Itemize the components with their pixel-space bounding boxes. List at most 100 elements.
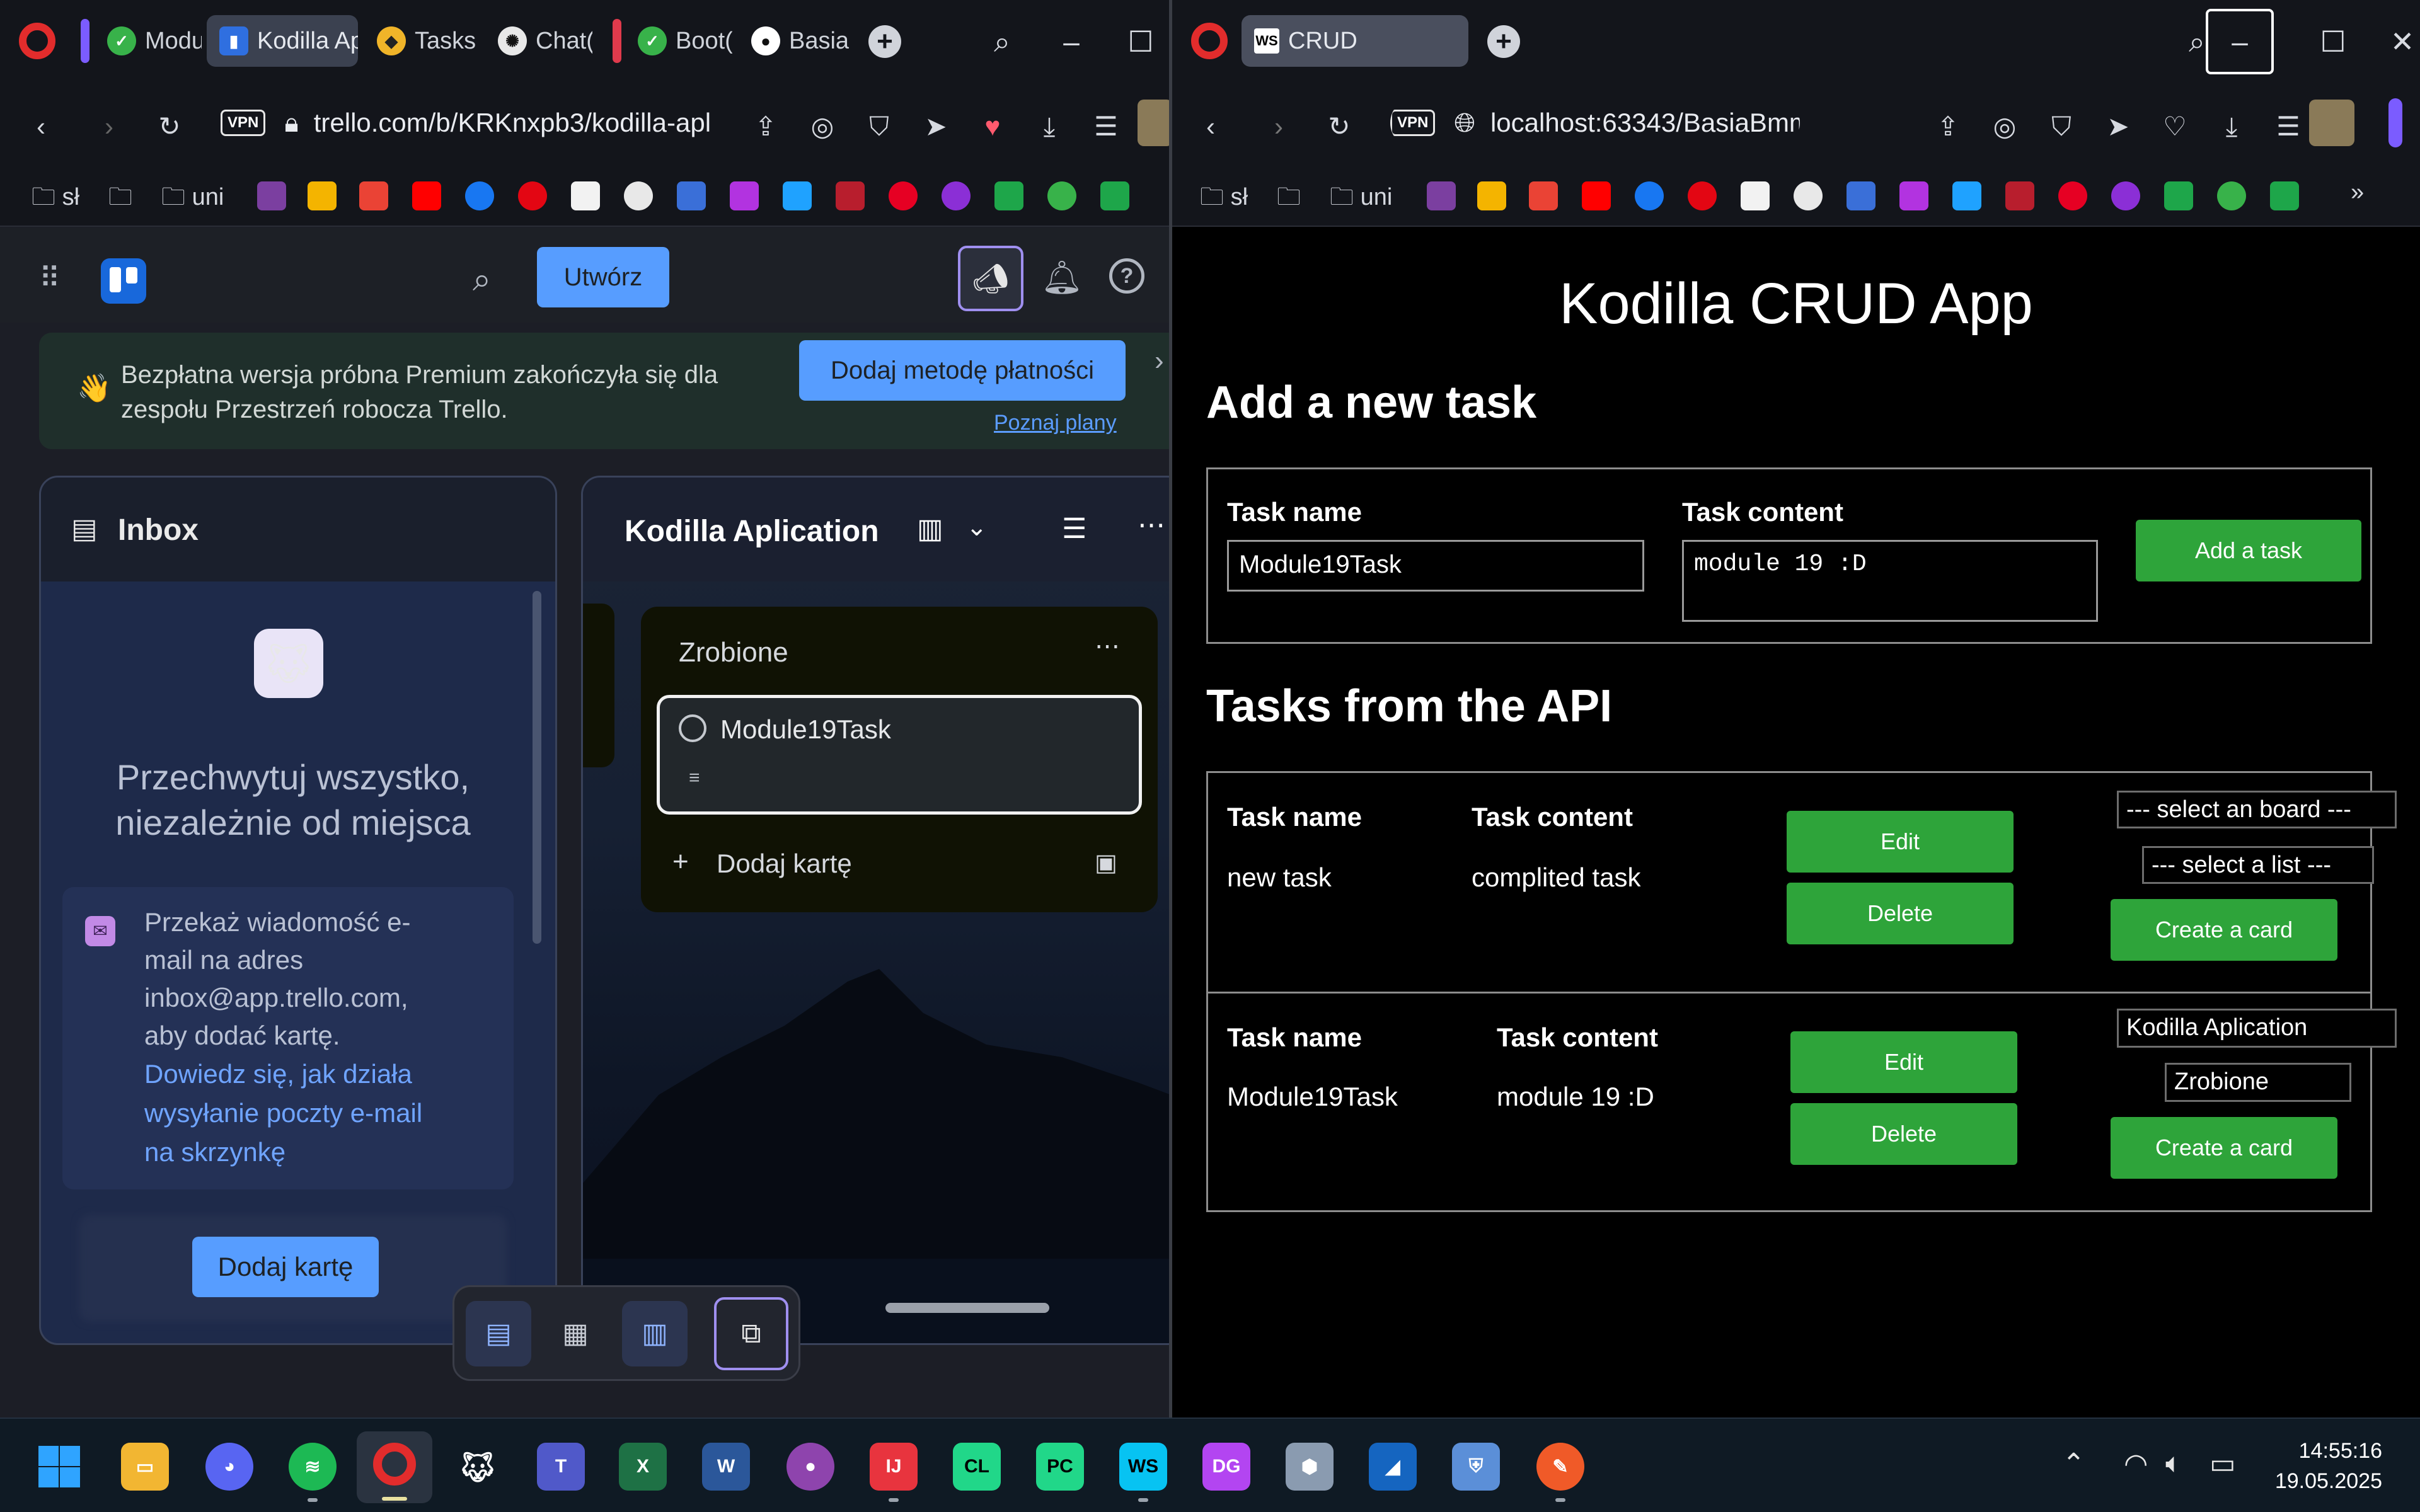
- tab-kodilla-ap[interactable]: ▮ Kodilla Ap: [207, 15, 358, 67]
- delete-button[interactable]: Delete: [1787, 883, 2014, 944]
- husky-app-icon[interactable]: 🐺︎: [454, 1443, 502, 1491]
- inbox-scrollbar[interactable]: [533, 591, 541, 944]
- document-icon[interactable]: [1741, 181, 1770, 210]
- new-tab-button[interactable]: +: [868, 25, 901, 58]
- camera-icon[interactable]: ◎: [1989, 111, 2020, 142]
- postman-icon[interactable]: ✎: [1536, 1443, 1584, 1491]
- create-button[interactable]: Utwórz: [537, 247, 669, 307]
- chatgpt-bookmark-icon[interactable]: [624, 181, 653, 210]
- list-add-card-button[interactable]: Dodaj kartę: [717, 849, 852, 879]
- megaphone-icon[interactable]: 📣︎: [958, 246, 1023, 311]
- security-app-icon[interactable]: ⛨: [1452, 1443, 1500, 1491]
- notifications-icon[interactable]: 🔔︎: [1041, 258, 1083, 297]
- vivid-icon[interactable]: [1899, 181, 1928, 210]
- help-icon[interactable]: ?: [1109, 258, 1144, 294]
- drive-icon[interactable]: [308, 181, 337, 210]
- profile-avatar[interactable]: [1138, 100, 1169, 146]
- tab-chatgpt[interactable]: ✺ Chat(: [485, 15, 592, 67]
- send-icon[interactable]: ➤: [920, 111, 952, 142]
- wireshark-icon[interactable]: ◢: [1369, 1443, 1417, 1491]
- bank-icon[interactable]: [518, 181, 547, 210]
- back-icon[interactable]: ‹: [25, 111, 57, 142]
- github-desktop-icon[interactable]: ●: [786, 1443, 834, 1491]
- teams-icon[interactable]: T: [537, 1443, 585, 1491]
- bookmark-folder-uni[interactable]: 🗀 uni: [161, 179, 224, 220]
- messenger-icon[interactable]: [465, 181, 494, 210]
- u-icon[interactable]: [2111, 181, 2140, 210]
- opera-logo-icon[interactable]: [19, 23, 55, 59]
- bank-icon[interactable]: [1688, 181, 1717, 210]
- download-icon[interactable]: ⤓: [2216, 111, 2247, 142]
- close-button[interactable]: ✕: [2377, 16, 2420, 67]
- reload-icon[interactable]: ↻: [1323, 111, 1355, 142]
- vivaldi-icon[interactable]: [1427, 181, 1456, 210]
- clock-date[interactable]: 19.05.2025: [2256, 1469, 2382, 1494]
- card-template-icon[interactable]: ▣: [1095, 849, 1117, 877]
- forward-icon[interactable]: ›: [93, 111, 125, 142]
- camera-icon[interactable]: ◎: [807, 111, 838, 142]
- wifi-icon[interactable]: ◠: [2124, 1448, 2148, 1480]
- board-select[interactable]: --- select an board ---: [2117, 791, 2397, 828]
- settings-sliders-icon[interactable]: ☰: [2273, 111, 2304, 142]
- windows-start-icon[interactable]: [35, 1443, 83, 1491]
- intellij-icon[interactable]: IJ: [870, 1443, 918, 1491]
- datagrip-icon[interactable]: DG: [1202, 1443, 1250, 1491]
- chevron-down-icon[interactable]: ⌄: [966, 513, 988, 542]
- opera-logo-icon[interactable]: [1191, 23, 1228, 59]
- plus-green-icon-2[interactable]: [2270, 181, 2299, 210]
- pinterest-icon[interactable]: [2058, 181, 2087, 210]
- edit-button[interactable]: Edit: [1790, 1031, 2017, 1093]
- delete-button[interactable]: Delete: [1790, 1103, 2017, 1165]
- maximize-button[interactable]: ☐: [2308, 16, 2358, 67]
- task-content-textarea[interactable]: module 19 :D: [1682, 540, 2098, 622]
- clion-icon[interactable]: CL: [953, 1443, 1001, 1491]
- bookmark-folder[interactable]: 🗀: [108, 179, 132, 220]
- tab-group-indicator[interactable]: [81, 19, 89, 63]
- vivaldi-icon[interactable]: [257, 181, 286, 210]
- excel-icon[interactable]: X: [619, 1443, 667, 1491]
- g-icon[interactable]: [2005, 181, 2034, 210]
- check-green-icon[interactable]: [2217, 181, 2246, 210]
- forward-icon[interactable]: ›: [1263, 111, 1294, 142]
- new-tab-button[interactable]: +: [1487, 25, 1520, 58]
- calendar-view-icon[interactable]: ▦: [543, 1301, 608, 1366]
- sidebar-toggle[interactable]: [2388, 98, 2402, 147]
- r-icon[interactable]: [677, 181, 706, 210]
- heart-icon[interactable]: ♥: [977, 111, 1008, 142]
- inbox-add-card-button[interactable]: Dodaj kartę: [192, 1237, 379, 1297]
- task-name-input[interactable]: Module19Task: [1227, 540, 1644, 592]
- discord-icon[interactable]: ◕: [205, 1443, 253, 1491]
- spotify-icon[interactable]: ≋: [289, 1443, 337, 1491]
- tab-boot[interactable]: ✓ Boot(: [625, 15, 732, 67]
- share-icon[interactable]: ⇪: [750, 111, 781, 142]
- plus-green-icon-2[interactable]: [1100, 181, 1129, 210]
- board-view-toggle-icon[interactable]: ▥: [622, 1301, 688, 1366]
- vpn-badge[interactable]: VPN: [1390, 110, 1436, 136]
- plus-green-icon[interactable]: [2164, 181, 2193, 210]
- r-icon[interactable]: [1847, 181, 1876, 210]
- youtube-icon[interactable]: [412, 181, 441, 210]
- minimize-button[interactable]: –: [1046, 16, 1097, 67]
- document-icon[interactable]: [571, 181, 600, 210]
- g-icon[interactable]: [836, 181, 865, 210]
- pycharm-icon[interactable]: PC: [1036, 1443, 1084, 1491]
- settings-sliders-icon[interactable]: ☰: [1090, 111, 1122, 142]
- filter-icon[interactable]: ☰: [1062, 513, 1086, 545]
- add-card-icon[interactable]: +: [672, 846, 689, 878]
- url-field[interactable]: VPN 🔒︎ trello.com/b/KRKnxpb3/kodilla-apl: [208, 97, 750, 149]
- shield-icon[interactable]: ⛉: [863, 111, 895, 142]
- tray-chevron-up-icon[interactable]: ⌃: [2062, 1448, 2085, 1480]
- gmail-icon[interactable]: [1529, 181, 1558, 210]
- opera-taskbar-active[interactable]: [357, 1431, 432, 1503]
- create-card-button[interactable]: Create a card: [2111, 899, 2337, 961]
- reload-icon[interactable]: ↻: [154, 111, 185, 142]
- bookmark-folder-uni[interactable]: 🗀 uni: [1330, 179, 1392, 220]
- battery-icon[interactable]: ▭: [2210, 1448, 2236, 1480]
- messenger-icon[interactable]: [1635, 181, 1664, 210]
- card-complete-checkbox[interactable]: [679, 714, 706, 742]
- back-icon[interactable]: ‹: [1195, 111, 1226, 142]
- switch-boards-icon[interactable]: ⧉: [714, 1297, 788, 1370]
- add-payment-method-button[interactable]: Dodaj metodę płatności: [799, 340, 1126, 401]
- more-icon[interactable]: ⋯: [1138, 509, 1165, 541]
- check-green-icon[interactable]: [1047, 181, 1076, 210]
